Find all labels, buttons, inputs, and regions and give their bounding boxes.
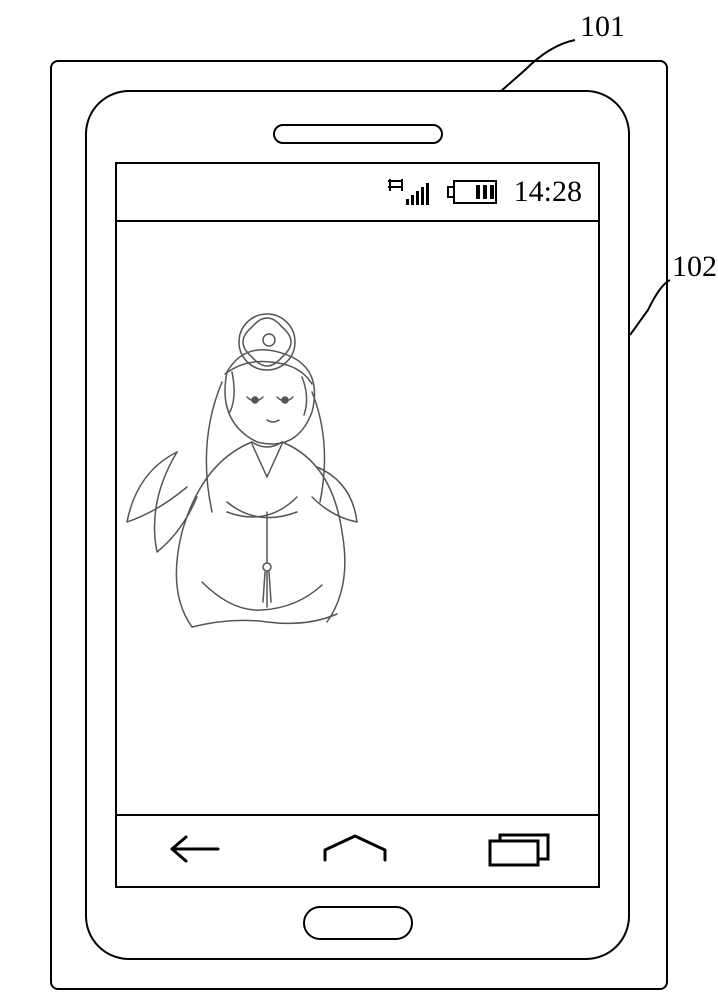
character-illustration (117, 302, 377, 632)
callout-101: 101 (580, 10, 625, 44)
status-time: 14:28 (514, 175, 582, 209)
status-bar: 14:28 (117, 164, 598, 222)
phone-screen: 14:28 (115, 162, 600, 888)
signal-icon (386, 177, 430, 207)
phone-body: 14:28 (85, 90, 630, 960)
recent-icon[interactable] (480, 829, 556, 874)
screen-content[interactable] (117, 222, 598, 814)
nav-bar (117, 814, 598, 886)
figure-canvas: 101 102 (0, 0, 718, 1000)
hardware-home-button[interactable] (303, 906, 413, 940)
battery-icon (444, 177, 500, 207)
callout-102: 102 (672, 250, 717, 284)
home-icon[interactable] (315, 830, 395, 873)
back-icon[interactable] (160, 830, 230, 873)
phone-speaker (273, 124, 443, 144)
